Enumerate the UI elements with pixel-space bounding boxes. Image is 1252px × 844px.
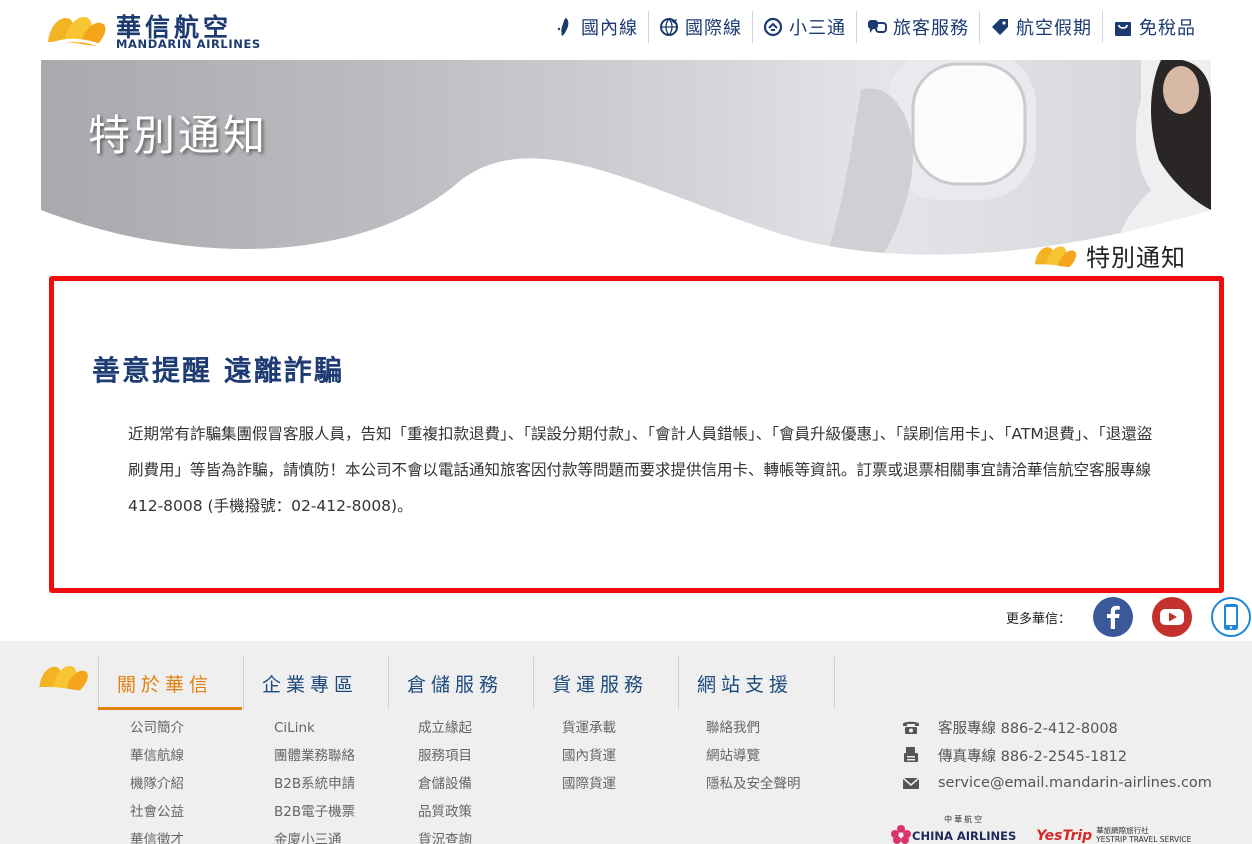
yestrip-name: YesTrip	[1036, 828, 1093, 844]
footer-tab-label: 倉儲服務	[407, 673, 504, 696]
social-links: 更多華信：	[1006, 596, 1252, 638]
contact-info: 客服專線 886-2-412-8008 傳真專線 886-2-2545-1812…	[902, 713, 1242, 797]
footer-column-about: 公司簡介 華信航線 機隊介紹 社會公益 華信徵才	[130, 714, 270, 844]
yestrip-sub-en: YESTRIP TRAVEL SERVICE	[1096, 835, 1192, 844]
footer-link[interactable]: B2B系統申請	[274, 770, 414, 798]
footer-column-business: CiLink 團體業務聯絡 B2B系統申請 B2B電子機票 金廈小三通	[274, 714, 414, 844]
nav-item-international[interactable]: 國際線	[648, 11, 752, 43]
telephone-icon	[903, 721, 919, 734]
mandarin-logo-icon	[45, 16, 107, 50]
footer-tab-business[interactable]: 企業專區	[243, 657, 388, 709]
ferry-exchange-icon	[763, 17, 783, 37]
footer-link[interactable]: 聯絡我們	[706, 714, 846, 742]
envelope-icon	[902, 777, 920, 789]
nav-item-duty-free[interactable]: 免稅品	[1102, 11, 1206, 43]
footer-column-warehouse: 成立緣起 服務項目 倉儲設備 品質政策 貨況查詢	[418, 714, 558, 844]
nav-label: 國際線	[685, 18, 742, 39]
footer-link[interactable]: 華信航線	[130, 742, 270, 770]
footer-link[interactable]: 華信徵才	[130, 826, 270, 844]
footer-link[interactable]: CiLink	[274, 714, 414, 742]
mobile-app-icon	[1211, 597, 1252, 637]
contact-email[interactable]: service@email.mandarin-airlines.com	[902, 769, 1242, 797]
footer-tab-cargo[interactable]: 貨運服務	[533, 657, 678, 709]
footer-link[interactable]: 團體業務聯絡	[274, 742, 414, 770]
partner-logos: 中華航空 CHINA AIRLINES YesTrip 華旅網際旅行社 YEST…	[890, 814, 1211, 844]
footer-link[interactable]: 隱私及安全聲明	[706, 770, 846, 798]
contact-text: 傳真專線 886-2-2545-1812	[938, 748, 1128, 765]
nav-item-passenger-service[interactable]: 旅客服務	[856, 11, 979, 43]
yestrip-sub-cn: 華旅網際旅行社	[1096, 826, 1149, 835]
footer-link[interactable]: 倉儲設備	[418, 770, 558, 798]
footer-link[interactable]: 品質政策	[418, 798, 558, 826]
yestrip-logo[interactable]: YesTrip 華旅網際旅行社 YESTRIP TRAVEL SERVICE	[1036, 826, 1191, 844]
taiwan-map-icon	[557, 18, 569, 36]
plum-blossom-icon	[891, 825, 911, 844]
china-airlines-name-en: CHINA AIRLINES	[912, 829, 1017, 843]
footer-tab-label: 企業專區	[262, 673, 359, 696]
mandarin-logo-icon	[1034, 246, 1077, 268]
footer-tab-about[interactable]: 關於華信	[98, 657, 243, 709]
fax-icon	[904, 747, 918, 762]
footer-link[interactable]: 服務項目	[418, 742, 558, 770]
facebook-button[interactable]	[1093, 597, 1134, 637]
brand-name-en: MANDARIN AIRLINES	[116, 37, 261, 51]
footer-link[interactable]: 社會公益	[130, 798, 270, 826]
footer-link[interactable]: 成立緣起	[418, 714, 558, 742]
footer-link[interactable]: 國際貨運	[562, 770, 702, 798]
nav-item-mini-three-links[interactable]: 小三通	[752, 11, 856, 43]
notice-body: 近期常有詐騙集團假冒客服人員，告知「重複扣款退費」、「誤設分期付款」、「會計人員…	[128, 425, 1153, 515]
shopping-bag-icon	[1115, 22, 1131, 36]
nav-item-air-holidays[interactable]: 航空假期	[979, 11, 1102, 43]
facebook-icon	[1093, 597, 1134, 637]
brand-logo[interactable]: 華信航空 MANDARIN AIRLINES	[44, 6, 264, 52]
luggage-tag-icon	[992, 19, 1008, 35]
footer-tab-label: 關於華信	[117, 673, 214, 696]
mandarin-logo-icon[interactable]	[36, 657, 90, 695]
footer-link[interactable]: B2B電子機票	[274, 798, 414, 826]
footer-link[interactable]: 貨運承載	[562, 714, 702, 742]
china-airlines-name-cn: 中華航空	[944, 815, 985, 824]
notice-title: 善意提醒 遠離詐騙	[92, 354, 344, 387]
footer-link[interactable]: 公司簡介	[130, 714, 270, 742]
nav-label: 旅客服務	[893, 18, 969, 39]
nav-label: 免稅品	[1139, 18, 1196, 39]
footer-tab-label: 網站支援	[697, 673, 794, 696]
globe-plane-icon	[660, 18, 678, 36]
contact-text: 客服專線 886-2-412-8008	[938, 720, 1118, 737]
nav-label: 國內線	[581, 18, 638, 39]
contact-text: service@email.mandarin-airlines.com	[938, 775, 1212, 791]
site-footer: 關於華信 企業專區 倉儲服務 貨運服務 網站支援 公司簡介 華信航線 機隊介紹 …	[0, 641, 1252, 844]
mobile-app-button[interactable]	[1211, 597, 1252, 637]
nav-label: 小三通	[789, 18, 846, 39]
footer-column-cargo: 貨運承載 國內貨運 國際貨運	[562, 714, 702, 798]
social-label: 更多華信：	[1006, 611, 1072, 627]
footer-link[interactable]: 國內貨運	[562, 742, 702, 770]
section-title: 特別通知	[1086, 243, 1186, 272]
contact-phone: 客服專線 886-2-412-8008	[902, 713, 1242, 741]
footer-link[interactable]: 貨況查詢	[418, 826, 558, 844]
contact-fax: 傳真專線 886-2-2545-1812	[902, 741, 1242, 769]
footer-link[interactable]: 金廈小三通	[274, 826, 414, 844]
footer-tab-warehouse[interactable]: 倉儲服務	[388, 657, 533, 709]
nav-item-domestic[interactable]: 國內線	[545, 11, 648, 43]
youtube-button[interactable]	[1152, 597, 1193, 637]
customer-service-icon	[868, 20, 887, 33]
active-tab-indicator	[98, 707, 242, 710]
footer-column-support: 聯絡我們 網站導覽 隱私及安全聲明	[706, 714, 846, 798]
youtube-icon	[1152, 597, 1193, 637]
footer-tab-label: 貨運服務	[552, 673, 649, 696]
top-navigation: 國內線 國際線 小三通 旅客服務 航空假期 免稅品	[545, 11, 1206, 43]
footer-tab-support[interactable]: 網站支援	[678, 657, 835, 709]
section-heading: 特別通知	[1032, 236, 1186, 274]
footer-link[interactable]: 網站導覽	[706, 742, 846, 770]
footer-link[interactable]: 機隊介紹	[130, 770, 270, 798]
notice-panel: 善意提醒 遠離詐騙 近期常有詐騙集團假冒客服人員，告知「重複扣款退費」、「誤設分…	[49, 276, 1224, 593]
footer-tabs: 關於華信 企業專區 倉儲服務 貨運服務 網站支援	[98, 657, 835, 709]
banner-title: 特別通知	[88, 111, 269, 160]
site-header: 華信航空 MANDARIN AIRLINES 國內線 國際線 小三通 旅客服務 …	[0, 0, 1252, 58]
china-airlines-logo[interactable]: 中華航空 CHINA AIRLINES	[890, 814, 1016, 844]
nav-label: 航空假期	[1016, 18, 1092, 39]
